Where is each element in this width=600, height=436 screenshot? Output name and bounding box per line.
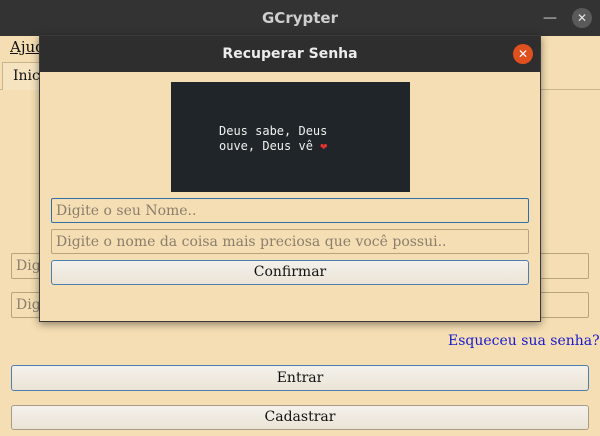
dialog-titlebar: Recuperar Senha	[40, 36, 540, 72]
recover-password-dialog: Recuperar Senha ✕ Deus sabe, Deus ouve, …	[39, 35, 541, 322]
enter-button[interactable]: Entrar	[11, 365, 589, 391]
dialog-title: Recuperar Senha	[222, 46, 358, 62]
secret-answer-input[interactable]	[51, 229, 529, 254]
minimize-icon[interactable]: —	[541, 8, 559, 28]
dialog-image: Deus sabe, Deus ouve, Deus vê ❤	[171, 82, 410, 192]
forgot-password-link[interactable]: Esqueceu sua senha?	[448, 333, 600, 349]
window-titlebar: GCrypter	[0, 0, 600, 36]
dialog-close-icon[interactable]: ✕	[513, 44, 533, 64]
register-button[interactable]: Cadastrar	[11, 405, 589, 430]
heart-icon: ❤	[320, 139, 328, 153]
name-input[interactable]	[51, 198, 529, 223]
image-caption-line2: ouve, Deus vê	[219, 139, 313, 153]
confirm-button[interactable]: Confirmar	[51, 260, 529, 285]
close-icon[interactable]: ✕	[572, 8, 592, 28]
window-title: GCrypter	[262, 9, 338, 27]
image-caption-line1: Deus sabe, Deus	[219, 124, 328, 138]
image-caption: Deus sabe, Deus ouve, Deus vê ❤	[219, 124, 327, 154]
